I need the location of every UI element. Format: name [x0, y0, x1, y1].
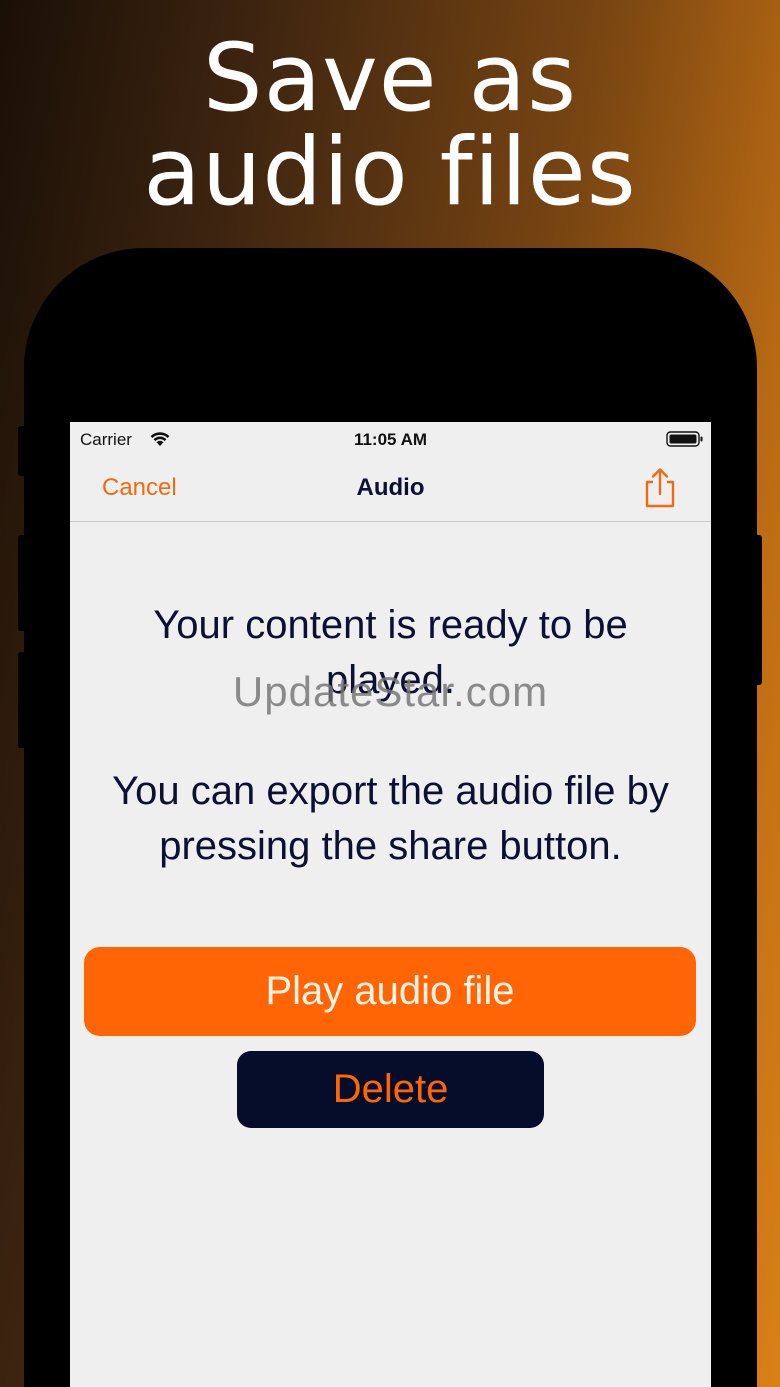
- cancel-button[interactable]: Cancel: [102, 474, 177, 502]
- status-time: 11:05 AM: [353, 430, 428, 449]
- phone-screen: Carrier 11:05 AM Cancel Audio Your conte…: [70, 422, 711, 1387]
- navigation-bar: Cancel Audio: [70, 456, 711, 522]
- battery-icon: [666, 431, 703, 447]
- share-icon[interactable]: [640, 466, 680, 510]
- status-bar: Carrier 11:05 AM: [70, 422, 711, 456]
- play-audio-button[interactable]: Play audio file: [84, 947, 696, 1036]
- phone-volume-up-button: [18, 535, 26, 631]
- phone-mute-switch: [18, 426, 26, 476]
- phone-volume-down-button: [18, 652, 26, 748]
- headline-line-1: Save as: [202, 24, 578, 133]
- delete-button[interactable]: Delete: [237, 1051, 544, 1128]
- phone-power-button: [754, 535, 762, 685]
- export-message: You can export the audio file by pressin…: [112, 769, 669, 868]
- ready-message: Your content is ready to be played.: [153, 603, 628, 702]
- headline-line-2: audio files: [143, 118, 637, 227]
- promo-headline: Save as audio files: [0, 32, 780, 220]
